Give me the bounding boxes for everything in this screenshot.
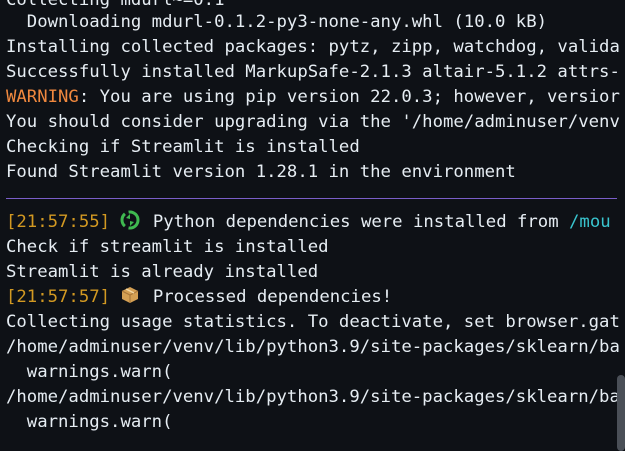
- log-line: warnings.warn(: [6, 412, 173, 432]
- processed-line: [21:57:57] Processed dependencies!: [6, 285, 392, 310]
- log-line: warnings.warn(: [6, 362, 173, 382]
- log-line: /home/adminuser/venv/lib/python3.9/site-…: [6, 387, 620, 407]
- log-line: Streamlit is already installed: [6, 262, 319, 282]
- deps-path: /mou: [569, 212, 611, 232]
- timestamp: [21:57:57]: [6, 287, 111, 307]
- log-line: Installing collected packages: pytz, zip…: [6, 37, 620, 57]
- terminal-output: Collecting mdurl~=0.1 Downloading mdurl-…: [0, 0, 625, 451]
- log-line: Found Streamlit version 1.28.1 in the en…: [6, 162, 516, 182]
- deps-installed-line: [21:57:55] Python dependencies were inst…: [6, 210, 611, 235]
- log-line: Collecting usage statistics. To deactiva…: [6, 312, 620, 332]
- log-line: Check if streamlit is installed: [6, 237, 329, 257]
- log-line: You should consider upgrading via the '/…: [6, 112, 620, 132]
- log-line: /home/adminuser/venv/lib/python3.9/site-…: [6, 337, 620, 357]
- timestamp: [21:57:55]: [6, 212, 111, 232]
- log-line: Checking if Streamlit is installed: [6, 137, 360, 157]
- log-line: Successfully installed MarkupSafe-2.1.3 …: [6, 62, 620, 82]
- deps-message: Python dependencies were installed from: [142, 212, 570, 232]
- warning-line: WARNING: You are using pip version 22.0.…: [6, 85, 620, 110]
- log-line: Downloading mdurl-0.1.2-py3-none-any.whl…: [6, 12, 548, 32]
- scrollbar-thumb[interactable]: [617, 375, 625, 451]
- section-divider: [6, 198, 617, 199]
- package-icon: [120, 285, 140, 305]
- processed-message: Processed dependencies!: [142, 287, 393, 307]
- recycle-icon: [120, 210, 140, 230]
- warning-text: : You are using pip version 22.0.3; howe…: [78, 87, 620, 107]
- warning-label: WARNING: [6, 87, 79, 107]
